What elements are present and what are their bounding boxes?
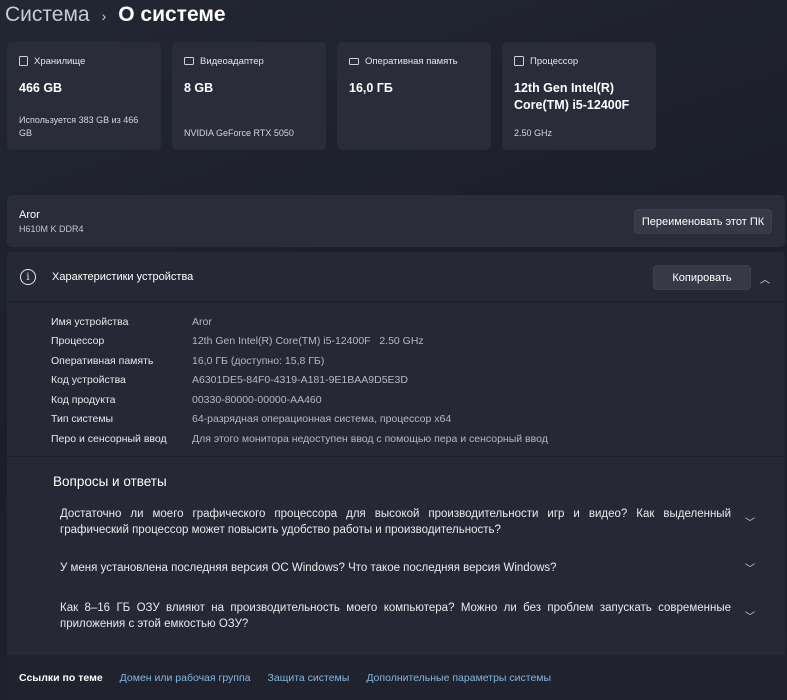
spec-key: Имя устройства: [51, 315, 129, 328]
spec-key: Код продукта: [51, 393, 116, 406]
spec-table: Имя устройства Aror Процессор 12th Gen I…: [51, 312, 548, 449]
card-label: Оперативная память: [365, 55, 458, 67]
faq-item[interactable]: Достаточно ли моего графического процесс…: [60, 506, 731, 538]
copy-button[interactable]: Копировать: [653, 265, 751, 290]
card-label: Процессор: [530, 55, 579, 67]
storage-card: Хранилище 466 GB Используется 383 GB из …: [7, 42, 161, 150]
storage-icon: [19, 56, 28, 66]
display-adapter-icon: [184, 57, 194, 65]
card-label: Видеоадаптер: [200, 55, 264, 67]
chevron-down-icon[interactable]: ﹀: [745, 514, 755, 529]
spec-row: Код устройства A6301DE5-84F0-4319-A181-9…: [51, 371, 548, 391]
info-icon: i: [20, 269, 36, 285]
chevron-right-icon: ›: [101, 8, 107, 24]
breadcrumb: Система › О системе: [5, 0, 226, 30]
spec-key: Процессор: [51, 335, 105, 348]
spec-value: 64-разрядная операционная система, проце…: [192, 413, 452, 426]
spec-key: Код устройства: [51, 374, 126, 387]
device-name: Aror: [19, 209, 40, 221]
card-value: 16,0 ГБ: [349, 81, 393, 95]
link-domain-workgroup[interactable]: Домен или рабочая группа: [120, 672, 251, 684]
card-subtext: Используется 383 GB из 466 GB: [19, 115, 139, 138]
rename-pc-button[interactable]: Переименовать этот ПК: [634, 209, 772, 234]
card-subtext: NVIDIA GeForce RTX 5050: [184, 128, 294, 138]
spec-row: Перо и сенсорный ввод Для этого монитора…: [51, 429, 548, 449]
device-specifications-section: i Характеристики устройства Копировать ︿…: [7, 252, 785, 700]
device-name-row: Aror H610M K DDR4 Переименовать этот ПК: [7, 195, 785, 247]
card-value: 12th Gen Intel(R) Core(TM) i5-12400F: [514, 81, 630, 112]
spec-value: 16,0 ГБ (доступно: 15,8 ГБ): [192, 354, 325, 367]
spec-key: Тип системы: [51, 413, 114, 426]
card-subtext: 2.50 GHz: [514, 128, 553, 138]
related-links-label: Ссылки по теме: [19, 671, 103, 684]
spec-row: Тип системы 64-разрядная операционная си…: [51, 410, 548, 430]
spec-value: Для этого монитора недоступен ввод с пом…: [192, 432, 548, 445]
link-advanced-system-settings[interactable]: Дополнительные параметры системы: [366, 672, 551, 684]
faq-item[interactable]: У меня установлена последняя версия ОС W…: [60, 560, 731, 576]
spec-row: Код продукта 00330-80000-00000-AA460: [51, 390, 548, 410]
related-links-bar: Ссылки по теме Домен или рабочая группа …: [7, 655, 785, 700]
spec-value: 00330-80000-00000-AA460: [192, 393, 322, 406]
spec-key: Перо и сенсорный ввод: [51, 432, 167, 445]
processor-icon: [514, 56, 524, 66]
faq-item[interactable]: Как 8–16 ГБ ОЗУ влияют на производительн…: [60, 600, 731, 632]
chevron-up-icon[interactable]: ︿: [760, 271, 770, 286]
page-title: О системе: [118, 3, 226, 26]
specs-header[interactable]: i Характеристики устройства Копировать ︿: [7, 252, 785, 302]
spec-key: Оперативная память: [51, 354, 154, 367]
chevron-down-icon[interactable]: ﹀: [745, 608, 755, 623]
card-value: 8 GB: [184, 81, 214, 95]
display-adapter-card: Видеоадаптер 8 GB NVIDIA GeForce RTX 505…: [172, 42, 326, 150]
memory-card: Оперативная память 16,0 ГБ: [337, 42, 491, 150]
breadcrumb-parent-system[interactable]: Система: [5, 3, 90, 27]
divider: [7, 456, 785, 457]
memory-icon: [349, 57, 359, 65]
spec-row: Процессор 12th Gen Intel(R) Core(TM) i5-…: [51, 332, 548, 352]
specs-title: Характеристики устройства: [52, 271, 194, 283]
spec-value: 12th Gen Intel(R) Core(TM) i5-12400F 2.5…: [192, 335, 424, 348]
link-system-protection[interactable]: Защита системы: [268, 672, 350, 684]
spec-value: A6301DE5-84F0-4319-A181-9E1BAA9D5E3D: [192, 374, 408, 387]
card-value: 466 GB: [19, 81, 63, 95]
card-label: Хранилище: [34, 55, 86, 67]
spec-row: Имя устройства Aror: [51, 312, 548, 332]
processor-card: Процессор 12th Gen Intel(R) Core(TM) i5-…: [502, 42, 656, 150]
faq-title: Вопросы и ответы: [53, 474, 167, 489]
spec-value: Aror: [192, 315, 212, 328]
spec-row: Оперативная память 16,0 ГБ (доступно: 15…: [51, 351, 548, 371]
device-model: H610M K DDR4: [19, 224, 84, 234]
chevron-down-icon[interactable]: ﹀: [745, 560, 755, 575]
